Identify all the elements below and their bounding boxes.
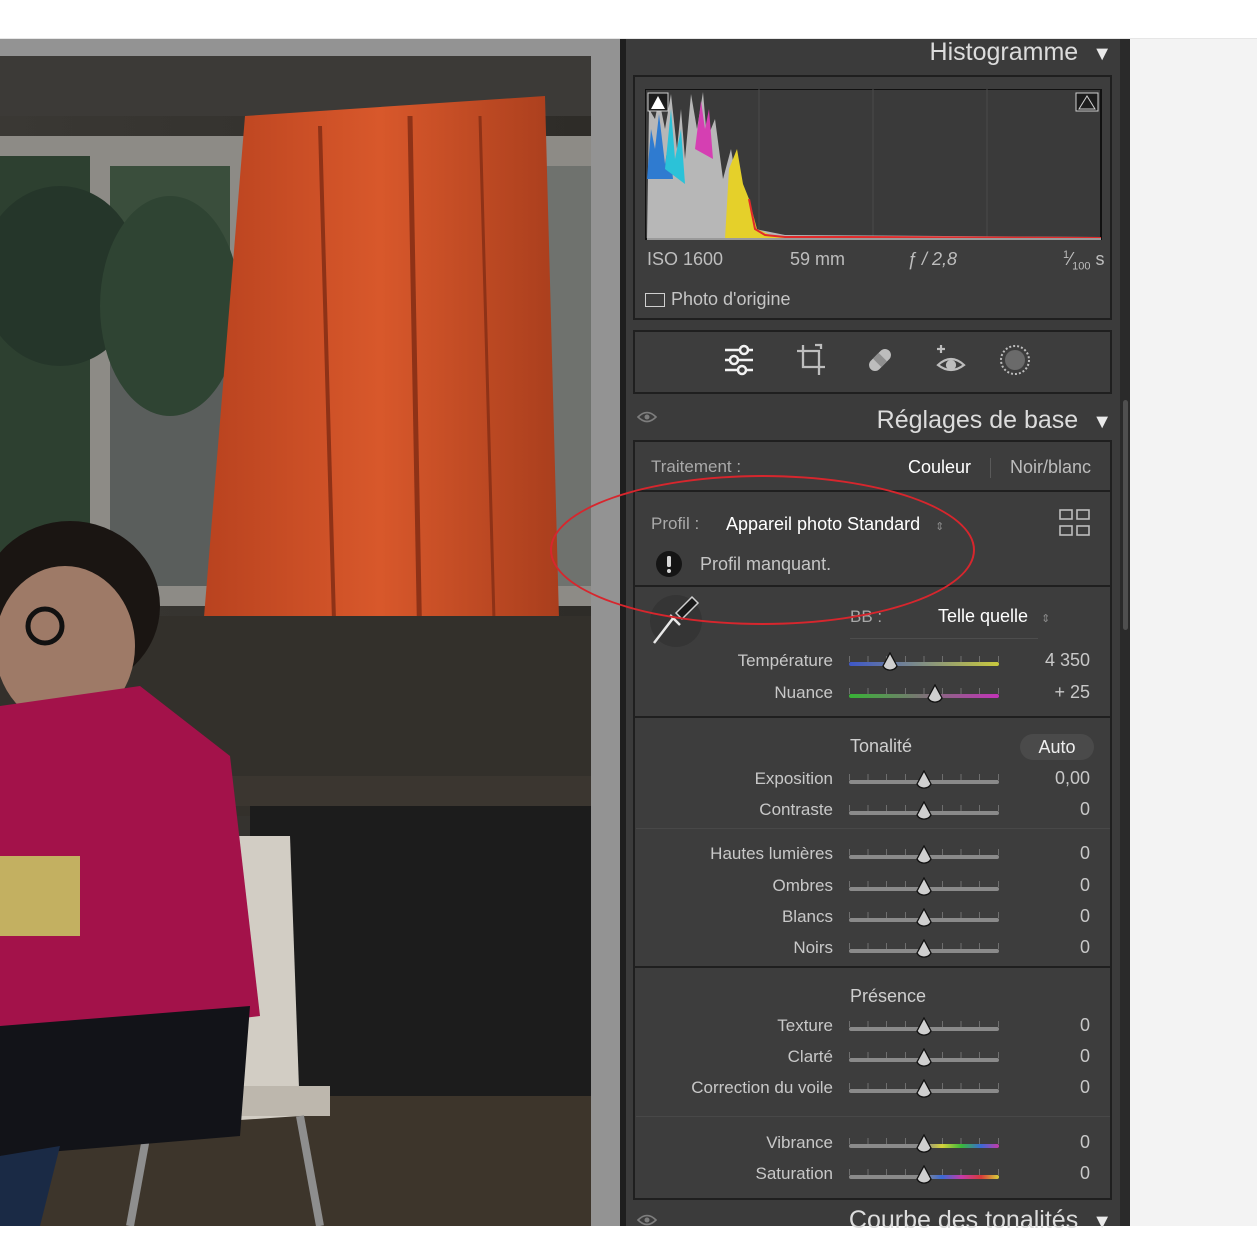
- temp-value[interactable]: 4 350: [1030, 650, 1090, 671]
- highlights-label: Hautes lumières: [710, 844, 833, 863]
- wb-value: Telle quelle: [938, 606, 1029, 626]
- aperture-readout: ƒ / 2,8: [907, 249, 958, 269]
- panel-scrollbar-thumb[interactable]: [1123, 400, 1128, 630]
- vibrance-label: Vibrance: [766, 1133, 833, 1152]
- tone-curve-header[interactable]: Courbe des tonalités ▼: [849, 1206, 1112, 1235]
- whites-value[interactable]: 0: [1030, 906, 1090, 927]
- shutter-unit: s: [1095, 249, 1105, 269]
- collapse-triangle-icon[interactable]: ▼: [1092, 411, 1112, 434]
- shadows-value[interactable]: 0: [1030, 875, 1090, 896]
- tint-value[interactable]: + 25: [1030, 682, 1090, 703]
- visibility-eye-icon[interactable]: [636, 410, 658, 429]
- exposure-label: Exposition: [754, 769, 833, 788]
- shutter-denominator: 100: [1072, 260, 1091, 273]
- shadows-label: Ombres: [772, 876, 833, 895]
- shutter-readout: 1⁄100 s: [1063, 249, 1105, 273]
- treatment-bw-option[interactable]: Noir/blanc: [1010, 457, 1091, 478]
- contrast-label: Contraste: [759, 800, 833, 819]
- treatment-label: Traitement :: [651, 457, 742, 476]
- vibrance-value[interactable]: 0: [1030, 1132, 1090, 1153]
- divider: [633, 716, 1112, 718]
- clarity-label: Clarté: [787, 1047, 833, 1066]
- tint-label: Nuance: [774, 683, 833, 702]
- temp-slider[interactable]: [849, 662, 999, 666]
- subtle-divider: [636, 828, 1110, 829]
- top-bar: [0, 0, 1257, 39]
- clarity-value[interactable]: 0: [1030, 1046, 1090, 1067]
- healing-icon[interactable]: [864, 343, 896, 382]
- crop-icon[interactable]: [795, 343, 827, 382]
- treatment-color-option[interactable]: Couleur: [908, 457, 971, 478]
- texture-value[interactable]: 0: [1030, 1015, 1090, 1036]
- basic-title: Réglages de base: [876, 406, 1079, 434]
- photo-preview[interactable]: [0, 56, 591, 1226]
- red-eye-icon[interactable]: [934, 343, 968, 382]
- auto-button[interactable]: Auto: [1020, 734, 1094, 760]
- texture-label: Texture: [777, 1016, 833, 1035]
- tone-title: Tonalité: [850, 736, 913, 756]
- presence-title: Présence: [850, 986, 927, 1006]
- focal-readout: 59 mm: [790, 249, 846, 269]
- edit-sliders-icon[interactable]: [722, 343, 756, 382]
- basic-header[interactable]: Réglages de base ▼: [877, 406, 1112, 435]
- contrast-value[interactable]: 0: [1030, 799, 1090, 820]
- shutter-numerator: 1: [1063, 249, 1070, 261]
- histogram-header[interactable]: Histogramme ▼: [930, 38, 1112, 67]
- whites-label: Blancs: [781, 907, 833, 926]
- updown-chevron-icon: ⇕: [1041, 613, 1051, 625]
- highlights-value[interactable]: 0: [1030, 843, 1090, 864]
- dehaze-label: Correction du voile: [691, 1078, 833, 1097]
- panel-scrollbar[interactable]: [1120, 39, 1130, 1226]
- collapse-triangle-icon[interactable]: ▼: [1092, 1211, 1112, 1234]
- photo-preview-area: [0, 39, 620, 1226]
- profile-browser-grid-icon[interactable]: [1058, 508, 1092, 543]
- wb-underline: [850, 638, 1038, 639]
- photo-image: [0, 56, 591, 1226]
- saturation-value[interactable]: 0: [1030, 1163, 1090, 1184]
- saturation-label: Saturation: [755, 1164, 834, 1183]
- histogram-chart: [645, 89, 1102, 240]
- dehaze-value[interactable]: 0: [1030, 1077, 1090, 1098]
- divider: [633, 966, 1112, 968]
- histogram-box: ISO 1600 59 mm ƒ / 2,8 1⁄100 s Photo d'o…: [633, 75, 1112, 320]
- visibility-eye-icon[interactable]: [636, 1213, 658, 1232]
- masking-icon[interactable]: [998, 343, 1032, 382]
- subtle-divider: [636, 1116, 1110, 1117]
- exposure-value[interactable]: 0,00: [1030, 768, 1090, 789]
- iso-readout: ISO 1600: [647, 249, 724, 269]
- histogram-title: Histogramme: [929, 38, 1079, 66]
- annotation-circle: [550, 475, 975, 625]
- checkbox-icon[interactable]: [645, 293, 665, 308]
- tint-slider[interactable]: [849, 694, 999, 698]
- option-divider: [990, 458, 991, 478]
- tone-curve-title: Courbe des tonalités: [848, 1206, 1079, 1234]
- original-photo-toggle[interactable]: Photo d'origine: [645, 289, 791, 310]
- right-margin: [1130, 39, 1257, 1226]
- wb-dropdown[interactable]: Telle quelle ⇕: [938, 606, 1050, 627]
- original-photo-label: Photo d'origine: [671, 289, 791, 309]
- panel-edge: [620, 39, 626, 1226]
- blacks-label: Noirs: [793, 938, 833, 957]
- collapse-triangle-icon[interactable]: ▼: [1092, 43, 1112, 66]
- temp-label: Température: [737, 651, 833, 670]
- blacks-value[interactable]: 0: [1030, 937, 1090, 958]
